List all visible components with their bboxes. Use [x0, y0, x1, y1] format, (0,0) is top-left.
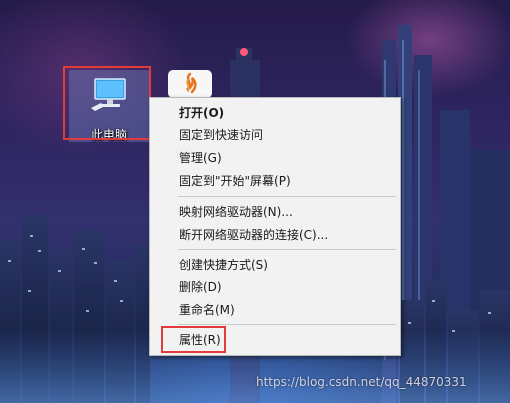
watermark-text: https://blog.csdn.net/qq_44870331: [256, 375, 467, 389]
context-menu: 打开(O) 固定到快速访问 管理(G) 固定到"开始"屏幕(P) 映射网络驱动器…: [149, 97, 401, 356]
menu-item-pin-start[interactable]: 固定到"开始"屏幕(P): [150, 170, 400, 192]
this-pc-highlight-box: [63, 66, 151, 140]
menu-separator: [178, 324, 396, 325]
app-flame-icon: [185, 72, 197, 94]
menu-item-manage[interactable]: 管理(G): [150, 147, 400, 169]
menu-item-open[interactable]: 打开(O): [150, 102, 400, 124]
menu-item-map-network-drive[interactable]: 映射网络驱动器(N)...: [150, 201, 400, 223]
menu-separator: [178, 249, 396, 250]
desktop-wallpaper: 此电脑 打开(O) 固定到快速访问 管理(G) 固定到"开始"屏幕(P) 映射网…: [0, 0, 510, 403]
menu-item-delete[interactable]: 删除(D): [150, 276, 400, 298]
menu-item-pin-quick-access[interactable]: 固定到快速访问: [150, 124, 400, 146]
properties-highlight-box: [161, 326, 226, 353]
app-desktop-icon[interactable]: [168, 70, 212, 98]
menu-item-create-shortcut[interactable]: 创建快捷方式(S): [150, 254, 400, 276]
menu-item-disconnect-network-drive[interactable]: 断开网络驱动器的连接(C)...: [150, 224, 400, 246]
menu-separator: [178, 196, 396, 197]
menu-item-rename[interactable]: 重命名(M): [150, 299, 400, 321]
